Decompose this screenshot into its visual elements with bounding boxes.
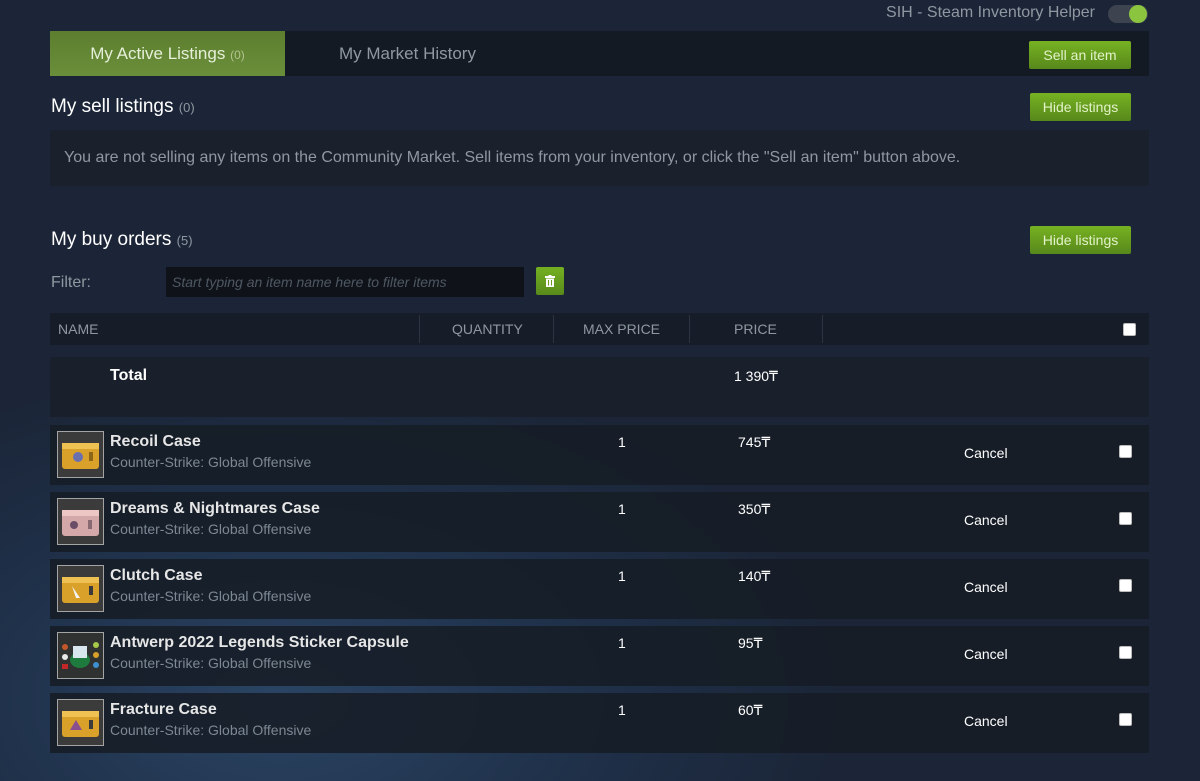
cancel-button[interactable]: Cancel <box>964 579 1008 595</box>
select-all-checkbox[interactable] <box>1123 323 1136 336</box>
cancel-button[interactable]: Cancel <box>964 512 1008 528</box>
yellow-case-icon[interactable] <box>57 431 104 478</box>
toggle-knob <box>1129 5 1147 23</box>
buy-orders-heading: My buy orders (5) <box>51 229 193 251</box>
hide-sell-listings-button[interactable]: Hide listings <box>1030 93 1131 121</box>
column-max-price[interactable]: MAX PRICE <box>583 313 660 345</box>
cancel-button[interactable]: Cancel <box>964 646 1008 662</box>
filter-label: Filter: <box>51 274 91 291</box>
sih-extension-label: SIH - Steam Inventory Helper <box>886 4 1095 21</box>
filter-input[interactable] <box>166 267 524 297</box>
row-checkbox[interactable] <box>1119 646 1132 659</box>
sell-listings-heading: My sell listings (0) <box>51 96 195 118</box>
tab-count: (0) <box>230 48 245 62</box>
clear-filter-button[interactable] <box>536 267 564 295</box>
item-game: Counter-Strike: Global Offensive <box>110 588 312 604</box>
row-checkbox[interactable] <box>1119 512 1132 525</box>
item-game: Counter-Strike: Global Offensive <box>110 521 312 537</box>
item-quantity: 1 <box>618 434 626 450</box>
total-label: Total <box>110 367 148 384</box>
item-game: Counter-Strike: Global Offensive <box>110 454 312 470</box>
item-quantity: 1 <box>618 635 626 651</box>
trash-icon <box>545 275 555 287</box>
column-price[interactable]: PRICE <box>734 313 777 345</box>
column-divider <box>822 315 823 343</box>
sticker-capsule-icon[interactable] <box>57 632 104 679</box>
row-checkbox[interactable] <box>1119 713 1132 726</box>
tab-label: My Active Listings <box>90 44 226 63</box>
buy-orders-table-header: NAME QUANTITY MAX PRICE PRICE <box>50 313 1149 345</box>
column-divider <box>689 315 690 343</box>
item-price: 95₸ <box>738 635 763 651</box>
buy-order-row: Antwerp 2022 Legends Sticker Capsule Cou… <box>50 626 1149 686</box>
item-quantity: 1 <box>618 568 626 584</box>
row-checkbox[interactable] <box>1119 445 1132 458</box>
sell-listings-count: (0) <box>178 100 195 115</box>
buy-order-row: Dreams & Nightmares Case Counter-Strike:… <box>50 492 1149 552</box>
item-name[interactable]: Clutch Case <box>110 567 202 585</box>
cancel-button[interactable]: Cancel <box>964 445 1008 461</box>
column-divider <box>419 315 420 343</box>
item-quantity: 1 <box>618 501 626 517</box>
total-row: Total 1 390₸ <box>50 357 1149 417</box>
market-tab-bar: My Active Listings (0) My Market History… <box>50 31 1149 76</box>
row-checkbox[interactable] <box>1119 579 1132 592</box>
item-game: Counter-Strike: Global Offensive <box>110 655 312 671</box>
buy-order-row: Recoil Case Counter-Strike: Global Offen… <box>50 425 1149 485</box>
yellow-case-icon[interactable] <box>57 699 104 746</box>
buy-order-row: Clutch Case Counter-Strike: Global Offen… <box>50 559 1149 619</box>
tab-label: My Market History <box>339 44 476 63</box>
pink-case-icon[interactable] <box>57 498 104 545</box>
hide-buy-orders-button[interactable]: Hide listings <box>1030 226 1131 254</box>
sell-an-item-button[interactable]: Sell an item <box>1029 41 1131 69</box>
cancel-button[interactable]: Cancel <box>964 713 1008 729</box>
tab-my-market-history[interactable]: My Market History <box>285 31 530 76</box>
no-sell-listings-message: You are not selling any items on the Com… <box>50 130 1149 186</box>
total-price: 1 390₸ <box>734 368 778 384</box>
item-name[interactable]: Fracture Case <box>110 701 217 719</box>
buy-order-row: Fracture Case Counter-Strike: Global Off… <box>50 693 1149 753</box>
column-name[interactable]: NAME <box>58 313 98 345</box>
item-game: Counter-Strike: Global Offensive <box>110 722 312 738</box>
item-quantity: 1 <box>618 702 626 718</box>
column-divider <box>553 315 554 343</box>
item-name[interactable]: Antwerp 2022 Legends Sticker Capsule <box>110 634 409 652</box>
item-price: 140₸ <box>738 568 771 584</box>
yellow-case-icon[interactable] <box>57 565 104 612</box>
item-price: 350₸ <box>738 501 771 517</box>
item-name[interactable]: Recoil Case <box>110 433 201 451</box>
buy-orders-title: My buy orders <box>51 229 172 250</box>
column-quantity[interactable]: QUANTITY <box>452 313 523 345</box>
tab-my-active-listings[interactable]: My Active Listings (0) <box>50 31 285 76</box>
sell-listings-title: My sell listings <box>51 96 174 117</box>
item-price: 745₸ <box>738 434 771 450</box>
sih-toggle-switch[interactable] <box>1108 5 1148 23</box>
item-price: 60₸ <box>738 702 763 718</box>
item-name[interactable]: Dreams & Nightmares Case <box>110 500 320 518</box>
buy-orders-count: (5) <box>176 233 193 248</box>
